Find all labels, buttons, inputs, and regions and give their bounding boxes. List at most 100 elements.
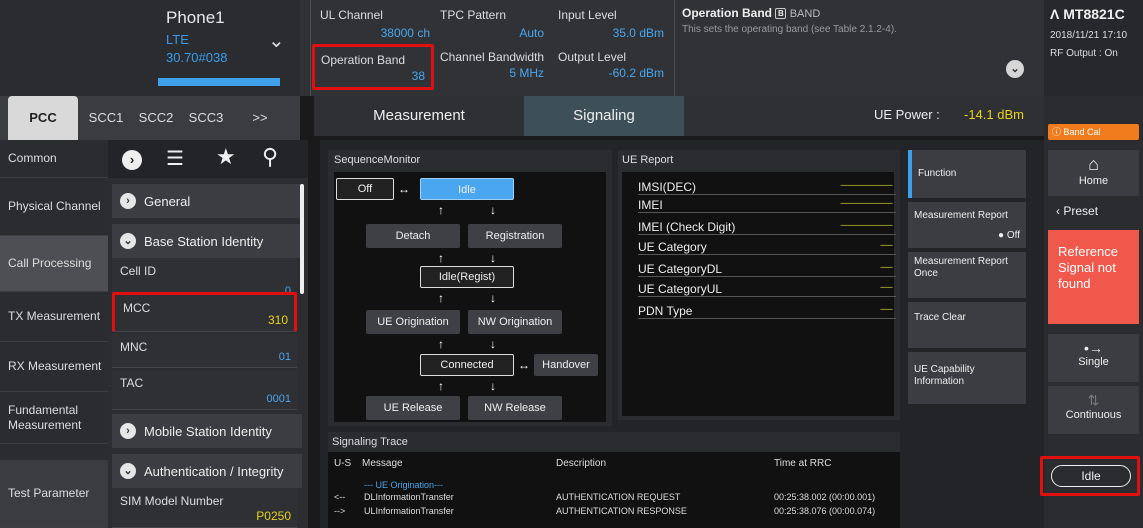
sidebar-item-physical-channel[interactable]: Physical Channel [0, 178, 108, 236]
help-title-text: Operation Band [682, 6, 773, 20]
row-value: -------------------------- [840, 198, 893, 208]
arrow-down-icon: ↓ [490, 203, 496, 217]
section-mobile-station-identity[interactable]: › Mobile Station Identity [112, 414, 302, 448]
single-label: Single [1078, 356, 1109, 368]
measurement-report-once-button[interactable]: Measurement Report Once [908, 252, 1026, 298]
seq-ue-release[interactable]: UE Release [366, 396, 460, 420]
row-value: ------ [880, 240, 893, 250]
seq-nw-origination[interactable]: NW Origination [468, 310, 562, 334]
seq-idle-regist[interactable]: Idle(Regist) [420, 266, 514, 288]
help-title-suffix: BAND [789, 8, 821, 20]
tpc-pattern-value[interactable]: Auto [440, 26, 544, 40]
scrollbar[interactable] [300, 184, 304, 294]
field-tac[interactable]: TAC 0001 [112, 370, 297, 410]
channel-bandwidth-value[interactable]: 5 MHz [440, 66, 544, 80]
ul-channel-value[interactable]: 38000 ch [330, 26, 430, 40]
seq-registration[interactable]: Registration [468, 224, 562, 248]
trace-row-description: AUTHENTICATION REQUEST [556, 492, 681, 502]
row-label: UE CategoryDL [638, 262, 723, 276]
section-bsi-label: Base Station Identity [144, 233, 264, 249]
tab-measurement[interactable]: Measurement [314, 96, 524, 136]
trace-clear-button[interactable]: Trace Clear [908, 302, 1026, 348]
chevron-right-icon[interactable]: › [122, 150, 142, 170]
tab-more[interactable]: >> [236, 96, 284, 140]
single-button[interactable]: •→ Single [1048, 334, 1139, 382]
seq-connected[interactable]: Connected [420, 354, 514, 376]
instrument-info: Λ MT8821C 2018/11/21 17:10 RF Output : O… [1044, 0, 1143, 96]
ue-capability-button[interactable]: UE Capability Information [908, 352, 1026, 404]
arrow-down-icon: ↓ [490, 379, 496, 393]
operation-band-highlight[interactable]: Operation Band 38 [312, 44, 434, 90]
row-label: PDN Type [638, 304, 693, 318]
sidebar-item-tx-measurement[interactable]: TX Measurement [0, 292, 108, 342]
chevron-down-icon[interactable]: ⌄ [268, 28, 285, 53]
idle-button-highlight[interactable]: Idle [1040, 456, 1140, 496]
arrow-down-icon: ↓ [490, 251, 496, 265]
chevron-right-icon: › [120, 423, 136, 439]
ue-report-row: IMSI(DEC) -------------------------- [638, 180, 896, 195]
trace-title: Signaling Trace [332, 436, 408, 448]
function-button[interactable]: Function [908, 150, 1026, 198]
sidebar-item-common[interactable]: Common [0, 140, 108, 178]
ue-report-title: UE Report [622, 154, 674, 166]
seq-detach[interactable]: Detach [366, 224, 460, 248]
section-authentication[interactable]: ⌄ Authentication / Integrity [112, 454, 302, 488]
mnc-label: MNC [120, 340, 148, 354]
tab-scc3[interactable]: SCC3 [182, 96, 230, 140]
section-base-station-identity[interactable]: ⌄ Base Station Identity [112, 224, 302, 258]
output-level-value[interactable]: -60.2 dBm [558, 66, 664, 80]
star-icon[interactable]: ★ [216, 144, 236, 170]
preset-button[interactable]: ‹ Preset [1048, 198, 1139, 224]
seq-handover[interactable]: Handover [534, 354, 598, 376]
mcc-value: 310 [267, 313, 288, 327]
home-button[interactable]: ⌂ Home [1048, 150, 1139, 196]
trace-header-message: Message [362, 458, 403, 469]
preset-label: Preset [1063, 204, 1099, 218]
seq-nw-release[interactable]: NW Release [468, 396, 562, 420]
main-tab-bar: Measurement Signaling UE Power : -14.1 d… [314, 96, 1044, 136]
field-mnc[interactable]: MNC 01 [112, 334, 297, 368]
trace-row-time: 00:25:38.002 (00:00.001) [774, 492, 876, 502]
chevron-right-icon: › [120, 193, 136, 209]
seq-idle[interactable]: Idle [420, 178, 514, 200]
row-value: ------ [880, 282, 893, 292]
chevron-double-down-icon[interactable]: ⌄ [1006, 60, 1024, 78]
tab-scc2[interactable]: SCC2 [132, 96, 180, 140]
field-mcc[interactable]: MCC 310 [112, 292, 297, 332]
input-level-value[interactable]: 35.0 dBm [558, 26, 664, 40]
sidebar-item-call-processing[interactable]: Call Processing [0, 236, 108, 292]
cell-id-label: Cell ID [120, 264, 157, 278]
field-sim-model[interactable]: SIM Model Number P0250 [112, 488, 297, 528]
trace-header-description: Description [556, 458, 607, 469]
double-arrow-icon: ↔ [398, 182, 410, 196]
instrument-datetime: 2018/11/21 17:10 [1050, 30, 1128, 41]
seq-off[interactable]: Off [336, 178, 394, 200]
mnc-value: 01 [278, 351, 291, 363]
signaling-trace: Signaling Trace U-S Message Description … [328, 432, 900, 528]
meas-report-state: ● Off [998, 230, 1020, 241]
idle-button[interactable]: Idle [1051, 465, 1131, 487]
sim-value: P0250 [256, 509, 291, 523]
continuous-label: Continuous [1065, 409, 1122, 421]
rf-output-status: RF Output : On [1050, 48, 1118, 59]
device-selector[interactable]: Phone1 LTE 30.70#038 ⌄ [0, 0, 300, 96]
row-label: IMEI [638, 198, 663, 212]
tab-scc1[interactable]: SCC1 [82, 96, 130, 140]
band-cal-badge[interactable]: ⓘ Band Cal [1048, 124, 1139, 140]
tac-value: 0001 [266, 393, 291, 405]
sidebar-item-fundamental-measurement[interactable]: Fundamental Measurement [0, 392, 108, 444]
tab-signaling[interactable]: Signaling [524, 96, 684, 136]
measurement-report-button[interactable]: Measurement Report ● Off [908, 202, 1026, 248]
sidebar-item-test-parameter[interactable]: Test Parameter [0, 460, 108, 528]
seq-ue-origination[interactable]: UE Origination [366, 310, 460, 334]
search-icon[interactable]: ⚲ [262, 144, 278, 170]
trace-row-time: 00:25:38.076 (00:00.074) [774, 506, 876, 516]
home-label: Home [1078, 175, 1109, 187]
sidebar-item-rx-measurement[interactable]: RX Measurement [0, 342, 108, 392]
tab-pcc[interactable]: PCC [8, 96, 78, 140]
section-auth-label: Authentication / Integrity [144, 463, 284, 479]
operation-band-value: 38 [411, 69, 425, 83]
continuous-button[interactable]: ⇅ Continuous [1048, 386, 1139, 434]
section-general[interactable]: › General [112, 184, 302, 218]
list-play-icon[interactable]: ☰ [166, 146, 184, 171]
